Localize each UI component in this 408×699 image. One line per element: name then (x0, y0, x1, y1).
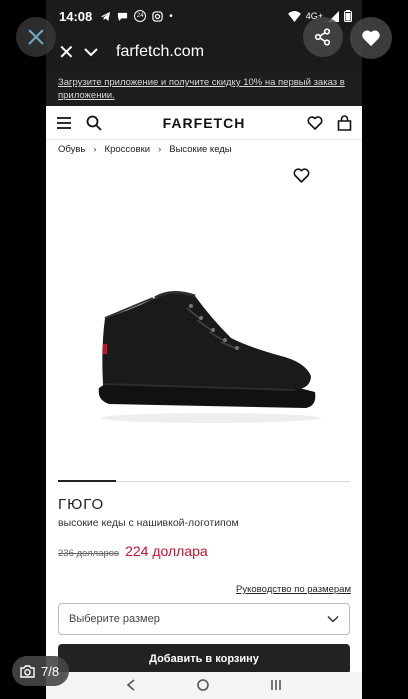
home-icon[interactable] (197, 678, 209, 694)
recent-apps-icon[interactable] (270, 678, 282, 694)
product-brand[interactable]: ГЮГО (58, 496, 104, 513)
chevron-down-icon (327, 615, 339, 623)
chat-icon (118, 12, 128, 21)
size-select-placeholder: Выберите размер (69, 613, 160, 625)
chevron-right-icon: › (158, 144, 162, 155)
back-icon[interactable] (126, 678, 136, 694)
battery-icon (344, 10, 352, 22)
telegram-icon (101, 11, 111, 21)
promo-text[interactable]: Загрузите приложение и получите скидку 1… (58, 77, 345, 101)
header-actions (307, 114, 352, 131)
image-pager-indicator (58, 480, 350, 482)
shopping-bag-icon[interactable] (337, 114, 352, 131)
status-notification-icons: 24 • (100, 10, 173, 22)
viewer-favorite-button[interactable] (350, 17, 392, 59)
breadcrumb-item-high-top[interactable]: Высокие кеды (169, 144, 231, 155)
add-to-cart-button[interactable]: Добавить в корзину (58, 644, 350, 674)
camera-icon (20, 664, 35, 678)
viewer-close-button[interactable] (16, 17, 56, 57)
status-time: 14:08 (59, 8, 93, 24)
product-image[interactable] (91, 288, 321, 428)
heart-icon (361, 29, 381, 47)
more-notifications-dot-icon: • (169, 10, 173, 22)
breadcrumb: Обувь › Кроссовки › Высокие кеды (58, 144, 232, 155)
chevron-down-icon[interactable] (84, 47, 114, 57)
phone-screen: 14:08 24 • 4G+ ✕ farfetch.com Загрузите … (46, 0, 362, 699)
product-price: 236 долларов 224 доллара (58, 543, 208, 559)
breadcrumb-item-sneakers[interactable]: Кроссовки (105, 144, 151, 155)
url-text[interactable]: farfetch.com (116, 43, 204, 61)
instagram-icon (152, 10, 163, 22)
close-icon (27, 28, 45, 46)
screenshot-viewer: 14:08 24 • 4G+ ✕ farfetch.com Загрузите … (0, 0, 408, 699)
product-description: высокие кеды с нашивкой-логотипом (58, 517, 239, 529)
sale-price: 224 доллара (125, 543, 208, 559)
size-select[interactable]: Выберите размер (58, 603, 350, 635)
app-promo-banner[interactable]: Загрузите приложение и получите скидку 1… (46, 72, 362, 106)
menu-icon[interactable] (56, 116, 72, 130)
size-guide-link[interactable]: Руководство по размерам (236, 584, 351, 595)
breadcrumb-item-shoes[interactable]: Обувь (58, 144, 85, 155)
image-counter-text: 7/8 (41, 663, 60, 679)
share-icon (314, 28, 332, 46)
old-price: 236 долларов (58, 548, 120, 559)
site-header: FARFETCH (46, 106, 362, 140)
system-navigation-bar (46, 672, 362, 699)
chevron-right-icon: › (93, 144, 97, 155)
wifi-icon (287, 10, 301, 22)
search-icon[interactable] (86, 115, 102, 131)
add-to-wishlist-heart-icon[interactable] (293, 168, 310, 188)
notification-count-badge: 24 (134, 10, 147, 22)
wishlist-heart-icon[interactable] (307, 115, 323, 130)
viewer-share-button[interactable] (303, 17, 343, 57)
close-tab-icon[interactable]: ✕ (58, 40, 84, 65)
image-counter[interactable]: 7/8 (12, 656, 70, 686)
image-pager-active-segment (58, 480, 116, 482)
